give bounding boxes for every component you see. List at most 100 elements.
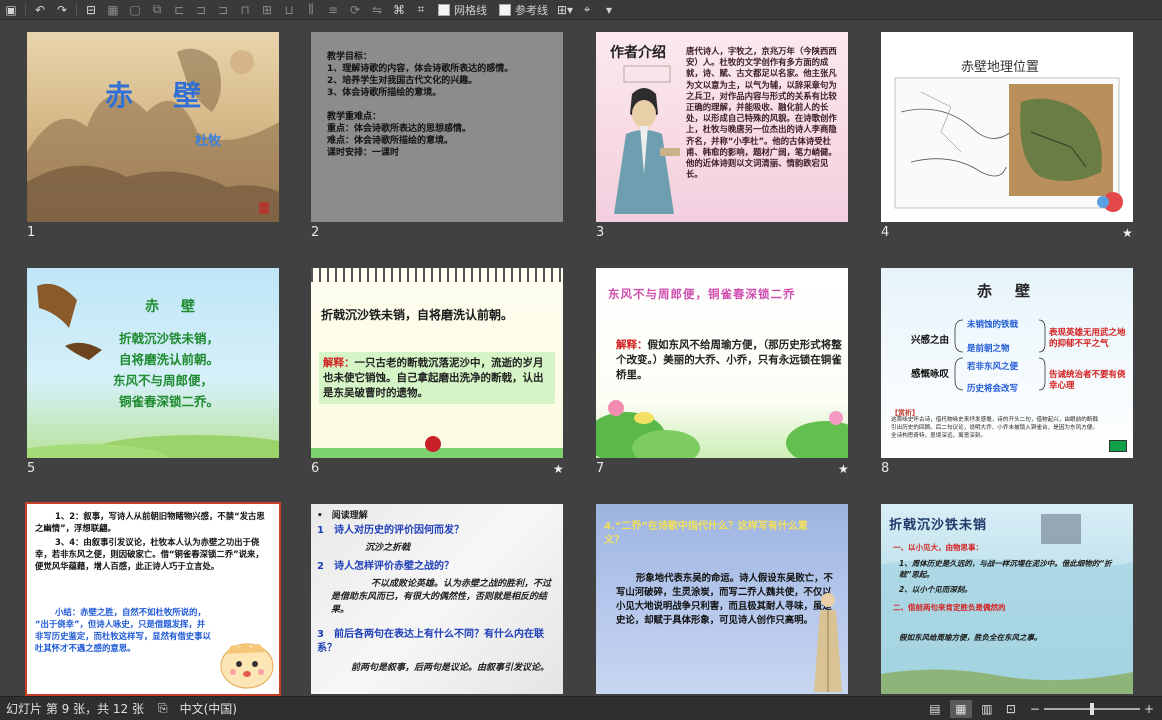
answer-2: 不以成败论英雄。认为赤壁之战的胜利，不过是借助东风而已，有很大的偶然性，否则就是… (331, 579, 552, 615)
question-2: 2 诗人怎样评价赤壁之战的？ (317, 561, 454, 572)
animation-star-icon[interactable]: ★ (553, 462, 564, 476)
reading-view-icon[interactable]: ▥ (978, 701, 996, 717)
slide-thumbnail-4[interactable]: 赤壁地理位置 (881, 32, 1133, 222)
poem-heading: 折戟沉沙铁未销，自将磨洗认前朝。 (321, 308, 514, 322)
explanation-body: 一只古老的断戟沉落泥沙中，流逝的岁月也未使它销蚀。自己拿起磨出洗净的断戟，认出是… (323, 357, 544, 399)
slide-number: 5 (27, 461, 36, 476)
question-1: 1 诗人对历史的评价因何而发？ (317, 525, 464, 536)
slide-thumbnail-6[interactable]: 折戟沉沙铁未销，自将磨洗认前朝。 解释：一只古老的断戟沉落泥沙中，流逝的岁月也未… (311, 268, 563, 458)
scholar-figure (814, 593, 842, 692)
distribute-v-icon[interactable]: ≡ (322, 1, 344, 19)
save-icon[interactable]: ▣ (0, 1, 22, 19)
subheading-1: 一、以小见大，由物思事： (893, 543, 983, 552)
author-bio: 唐代诗人，字牧之，京兆万年（今陕西西安）人。杜牧的文学创作有多方面的成就，诗、赋… (686, 46, 837, 180)
play-button-icon[interactable] (425, 436, 441, 452)
item-1: 1、周体历史是久远的，与战一样沉埋在泥沙中。借此细物的“折戟”思起。 (899, 559, 1112, 579)
objective-line: 教学目标： (327, 52, 373, 62)
slide-title: 折戟沉沙铁未销 (889, 518, 988, 533)
gridlines-checkbox[interactable]: 网格线 (438, 2, 487, 18)
crop-icon[interactable]: ⌗ (410, 1, 432, 19)
align-right-icon[interactable]: ⊐ (212, 1, 234, 19)
status-bar: 幻灯片 第 9 张，共 12 张 ⎘ 中文(中国) ▤ ▦ ▥ ⊡ − + (0, 696, 1162, 720)
objective-line: 1、理解诗歌的内容，体会诗歌所表达的感情。 (327, 64, 514, 74)
poem-line: 铜雀春深锁二乔。 (119, 394, 220, 409)
slide-thumbnail-7[interactable]: 东风不与周郎便，铜雀春深锁二乔 解释：假如东风不给周瑜方便，（那历史形式将整个改… (596, 268, 848, 458)
slide-number: 6 (311, 461, 320, 476)
summary-line-4: 吐其怀才不遇之感的意思。 (35, 643, 136, 653)
slide-thumbnail-10[interactable]: • 阅读理解 1 诗人对历史的评价因何而发？ 沉沙之折戟 2 诗人怎样评价赤壁之… (311, 504, 563, 694)
align-top-icon[interactable]: ⊓ (234, 1, 256, 19)
slide-thumbnail-12[interactable]: 折戟沉沙铁未销 一、以小见大，由物思事： 1、周体历史是久远的，与战一样沉埋在泥… (881, 504, 1133, 694)
group-icon[interactable]: ▢ (124, 1, 146, 19)
item-2: 2、以小个见而深刻。 (899, 585, 972, 594)
mid-item-4: 历史将会改写 (967, 384, 1019, 394)
animation-star-icon[interactable]: ★ (1122, 226, 1133, 240)
slide-thumbnail-9-selected[interactable]: 1、2：叙事，写诗人从前朝旧物睹物兴感，不禁“发古思之幽情”，浮想联翩。 3、4… (25, 502, 281, 696)
animation-star-icon[interactable]: ★ (838, 462, 849, 476)
slideshow-view-icon[interactable]: ⊡ (1002, 701, 1020, 717)
slide-thumbnail-3[interactable]: 作者介绍 唐代诗人，字牧之，京兆万年（今陕西西安）人。杜牧的文学创作有多方面的成… (596, 32, 848, 222)
mid-item-2: 是前朝之物 (967, 344, 1010, 354)
checkbox-box[interactable] (438, 3, 450, 16)
slide-thumbnail-11[interactable]: 4.“二乔”在诗歌中指代什么？这样写有什么意义？ 形象地代表东吴的命运。诗人假设… (596, 504, 848, 694)
slide-count-text: 幻灯片 第 9 张，共 12 张 (6, 702, 144, 716)
align-bottom-icon[interactable]: ⊔ (278, 1, 300, 19)
flip-icon[interactable]: ⇋ (366, 1, 388, 19)
slideshow-icon[interactable]: ⊟ (80, 1, 102, 19)
objective-line: 难点：体会诗歌所描绘的意境。 (327, 136, 454, 146)
align-middle-icon[interactable]: ⊞ (256, 1, 278, 19)
slide-thumbnail-5[interactable]: 赤 壁 折戟沉沙铁未销， 自将磨洗认前朝。 东风不与周郎便， 铜雀春深锁二乔。 (27, 268, 279, 458)
next-arrow-icon[interactable] (1109, 440, 1127, 452)
language-text[interactable]: 中文(中国) (180, 700, 237, 717)
zoom-out-icon[interactable]: − (1030, 702, 1040, 716)
item-3: 假如东风给周瑜方便，胜负全在东风之事。 (899, 633, 1042, 642)
format-painter-icon[interactable]: ⌘ (388, 1, 410, 19)
guides-checkbox[interactable]: 参考线 (499, 2, 548, 18)
zoom-slider-thumb[interactable] (1089, 702, 1094, 715)
explanation-text: 解释：假如东风不给周瑜方便，（那历史形式将整个改变。）美丽的大乔、小乔，只有永远… (616, 338, 842, 383)
bring-front-icon[interactable]: ⧉ (146, 1, 168, 19)
toolbar-separator (76, 2, 77, 17)
slide-thumbnail-1[interactable]: 赤 壁 杜牧 (27, 32, 279, 222)
align-center-icon[interactable]: ⊐ (190, 1, 212, 19)
poem-heading: 东风不与周郎便，铜雀春深锁二乔 (608, 287, 796, 301)
right-item-2: 告诫统治者不要有侥幸心理 (1049, 370, 1126, 391)
slide-title: 赤 壁 (105, 79, 208, 112)
more-dropdown-icon[interactable]: ▾ (598, 1, 620, 19)
gridlines-label: 网格线 (454, 3, 487, 17)
checkbox-box[interactable] (499, 3, 511, 16)
arrange-icon[interactable]: ▦ (102, 1, 124, 19)
answer-1: 沉沙之折戟 (365, 543, 411, 553)
map-image (894, 77, 1123, 212)
zoom-in-icon[interactable]: + (1144, 702, 1154, 716)
answer-3: 前两句是叙事，后两句是议论。由叙事引发议论。 (351, 663, 550, 673)
grid-settings-icon[interactable]: ⊞▾ (554, 1, 576, 19)
slide-title: 赤 壁 (145, 299, 199, 315)
slide-title: 作者介绍 (610, 45, 666, 61)
distribute-h-icon[interactable]: ⫼ (300, 1, 322, 19)
explanation-label: 解释： (616, 339, 648, 351)
slide-number: 8 (881, 461, 890, 476)
spell-check-icon[interactable]: ⎘ (158, 701, 168, 716)
note-text: 这首咏史怀古诗，借托物咏史来抒发感慨，诗的开头二句，借物起兴，由眼前的断戟引出历… (891, 417, 1098, 439)
slide-thumbnail-2[interactable]: 教学目标： 1、理解诗歌的内容，体会诗歌所表达的感情。 2、培养学生对我国古代文化的… (311, 32, 563, 222)
customize-icon[interactable]: ⌖ (576, 1, 598, 19)
zoom-slider[interactable] (1043, 702, 1140, 715)
slide-title-text: 阅读理解 (331, 511, 368, 521)
objective-line: 3、体会诗歌所描绘的意境。 (327, 88, 442, 98)
objective-line (327, 99, 513, 111)
align-left-icon[interactable]: ⊏ (168, 1, 190, 19)
explanation-text: 解释：一只古老的断戟沉落泥沙中，流逝的岁月也未使它销蚀。自己拿起磨出洗净的断戟，… (323, 356, 551, 401)
slide-number: 7 (596, 461, 605, 476)
normal-view-icon[interactable]: ▤ (926, 701, 944, 717)
slide-author: 杜牧 (195, 134, 222, 149)
undo-icon[interactable]: ↶ (29, 1, 51, 19)
redo-icon[interactable]: ↷ (51, 1, 73, 19)
rotate-icon[interactable]: ⟳ (344, 1, 366, 19)
guides-label: 参考线 (515, 3, 548, 17)
paragraph-1: 1、2：叙事，写诗人从前朝旧物睹物兴感，不禁“发古思之幽情”，浮想联翩。 (35, 511, 265, 533)
slide-number: 1 (27, 225, 36, 240)
slide-thumbnail-8[interactable]: 赤 壁 兴感之由 感慨咏叹 未销蚀的铁戟 是前朝之物 若非东风之便 历史将会改写… (881, 268, 1133, 458)
slide-sorter-view-icon[interactable]: ▦ (949, 699, 972, 718)
question-3: 3 前后各两句在表达上有什么不同？有什么内在联系？ (317, 629, 544, 654)
